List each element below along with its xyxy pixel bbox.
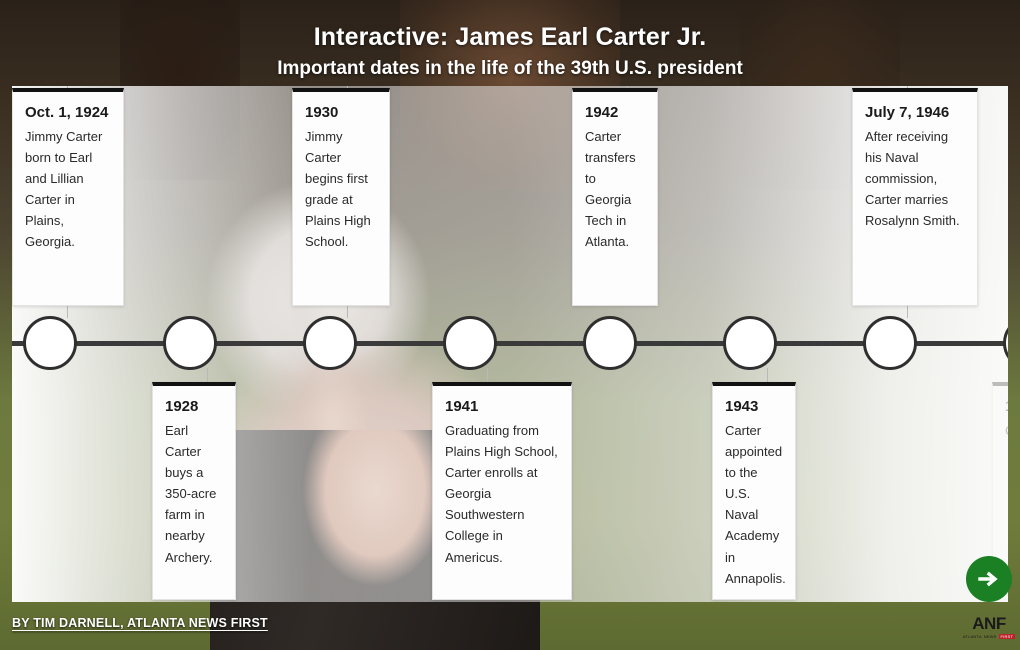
timeline-card[interactable]: 1943 Carter appointed to the U.S. Naval … (712, 382, 796, 600)
next-arrow-button[interactable] (966, 556, 1012, 602)
timeline-panel: Oct. 1, 1924 Jimmy Carter born to Earl a… (12, 86, 1008, 602)
arrow-right-icon (978, 571, 998, 587)
timeline-card-description: Earl Carter buys a 350-acre farm in near… (165, 423, 217, 565)
timeline-node[interactable] (443, 316, 497, 370)
timeline-card-description: Graduating from Plains High School, Cart… (445, 423, 558, 565)
timeline-card-description: Carter transfers to Georgia Tech in Atla… (585, 129, 636, 250)
anf-logo-sub-right: FIRST (998, 634, 1016, 639)
timeline-card-description: Jimmy Carter born to Earl and Lillian Ca… (25, 129, 103, 250)
timeline-card-description: After receiving his Naval commission, Ca… (865, 129, 960, 229)
timeline-node[interactable] (1003, 316, 1008, 370)
timeline-node[interactable] (583, 316, 637, 370)
timeline-card-date: 1941 (445, 398, 479, 415)
timeline-card[interactable]: 1941 Graduating from Plains High School,… (432, 382, 572, 600)
timeline-card-date: Oct. 1, 1924 (25, 104, 109, 121)
timeline-node[interactable] (23, 316, 77, 370)
anf-logo-sub-left: ATLANTA (962, 634, 982, 639)
headline-block: Interactive: James Earl Carter Jr. Impor… (0, 22, 1020, 81)
timeline-card-date: July 7, 1946 (865, 104, 950, 121)
page-subtitle: Important dates in the life of the 39th … (277, 58, 743, 80)
timeline-track (12, 341, 1008, 346)
anf-logo-sub-mid: NEWS (983, 634, 997, 639)
timeline-card[interactable]: 1928 Earl Carter buys a 350-acre farm in… (152, 382, 236, 600)
anf-logo-mark: ANF (972, 614, 1006, 633)
interactive-timeline-graphic: Interactive: James Earl Carter Jr. Impor… (0, 0, 1020, 650)
page-title: Interactive: James Earl Carter Jr. (313, 23, 707, 51)
byline: BY TIM DARNELL, ATLANTA NEWS FIRST (12, 616, 268, 630)
timeline-node[interactable] (723, 316, 777, 370)
timeline-card[interactable]: 1942 Carter transfers to Georgia Tech in… (572, 88, 658, 306)
timeline-card-description: Carter appointed to the U.S. Naval Acade… (725, 423, 786, 586)
timeline-card-date: 1942 (585, 104, 619, 121)
anf-logo-subtext: ATLANTA NEWS FIRST (962, 634, 1016, 639)
anf-logo: ANF ATLANTA NEWS FIRST (962, 612, 1016, 642)
timeline-node[interactable] (863, 316, 917, 370)
timeline-node[interactable] (303, 316, 357, 370)
timeline-card-date: 1928 (165, 398, 199, 415)
timeline-card[interactable]: July 7, 1946 After receiving his Naval c… (852, 88, 978, 306)
timeline-card[interactable]: Oct. 1, 1924 Jimmy Carter born to Earl a… (12, 88, 124, 306)
timeline-node[interactable] (163, 316, 217, 370)
timeline-card-date: 1930 (305, 104, 339, 121)
timeline-card-description: C S is (1005, 420, 1008, 441)
timeline-card-description: Jimmy Carter begins first grade at Plain… (305, 129, 371, 250)
timeline-card[interactable]: 1930 Jimmy Carter begins first grade at … (292, 88, 390, 306)
timeline-card-date: 1 (1005, 398, 1008, 415)
timeline-card-date: 1943 (725, 398, 759, 415)
